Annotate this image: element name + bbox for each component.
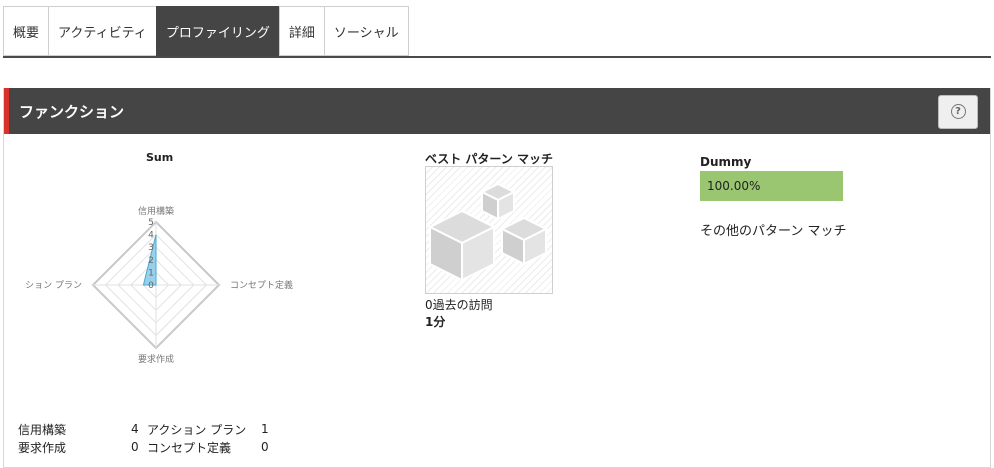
- help-button[interactable]: ?: [938, 94, 978, 129]
- tab-details[interactable]: 詳細: [278, 6, 324, 56]
- legend-name: 信用構築: [18, 422, 67, 437]
- dummy-pattern-label: Dummy: [700, 155, 752, 169]
- radar-chart-title: Sum: [146, 151, 174, 164]
- visit-duration: 1分: [425, 315, 446, 329]
- legend-name: アクション プラン: [147, 422, 247, 437]
- tab-overview[interactable]: 概要: [3, 6, 49, 56]
- cubes-icon: [427, 182, 549, 282]
- dummy-match-bar: 100.00%: [700, 171, 843, 201]
- radar-axis-label: 信用構築: [138, 205, 174, 217]
- tab-social[interactable]: ソーシャル: [323, 6, 409, 56]
- tab-profiling[interactable]: プロファイリング: [155, 6, 279, 56]
- question-circle-icon: ?: [950, 104, 966, 119]
- legend-name: 要求作成: [18, 440, 67, 455]
- dummy-match-percent: 100.00%: [707, 179, 761, 193]
- legend-row: 要求作成 0 コンセプト定義 0: [18, 438, 269, 456]
- radar-axis-label: ション プラン: [25, 280, 82, 291]
- radar-tick-label: 5: [148, 218, 154, 228]
- radar-tick-label: 1: [148, 268, 154, 278]
- legend-value: 1: [261, 422, 269, 436]
- other-pattern-matches[interactable]: その他のパターン マッチ: [700, 220, 846, 239]
- radar-axis-label: 要求作成: [138, 353, 174, 365]
- legend-row: 信用構築 4 アクション プラン 1: [18, 420, 269, 438]
- panel-title: ファンクション: [19, 102, 125, 121]
- radar-axis-label: コンセプト定義: [230, 279, 293, 291]
- legend-value: 4: [131, 422, 139, 436]
- legend-value: 0: [131, 440, 139, 454]
- radar-chart: 0 1 2 3 4 5信用構築コンセプト定義要求作成 ション プラン: [25, 205, 293, 365]
- profile-tabs: 概要 アクティビティ プロファイリング 詳細 ソーシャル: [3, 6, 409, 56]
- function-legend: 信用構築 4 アクション プラン 1 要求作成 0 コンセプト定義 0: [18, 420, 269, 456]
- legend-name: コンセプト定義: [147, 440, 232, 455]
- radar-tick-label: 3: [148, 243, 154, 253]
- radar-tick-label: 2: [148, 256, 154, 266]
- panel-header: ファンクション ?: [4, 88, 990, 134]
- best-pattern-match-title: ベスト パターン マッチ: [425, 152, 553, 166]
- tab-activity[interactable]: アクティビティ: [48, 6, 156, 56]
- radar-tick-label: 4: [148, 231, 154, 241]
- past-visits: 0過去の訪問: [425, 298, 493, 312]
- radar-tick-label: 0: [148, 281, 154, 291]
- legend-value: 0: [261, 440, 269, 454]
- tabs-divider: [3, 56, 991, 58]
- pattern-placeholder-image: [425, 166, 553, 294]
